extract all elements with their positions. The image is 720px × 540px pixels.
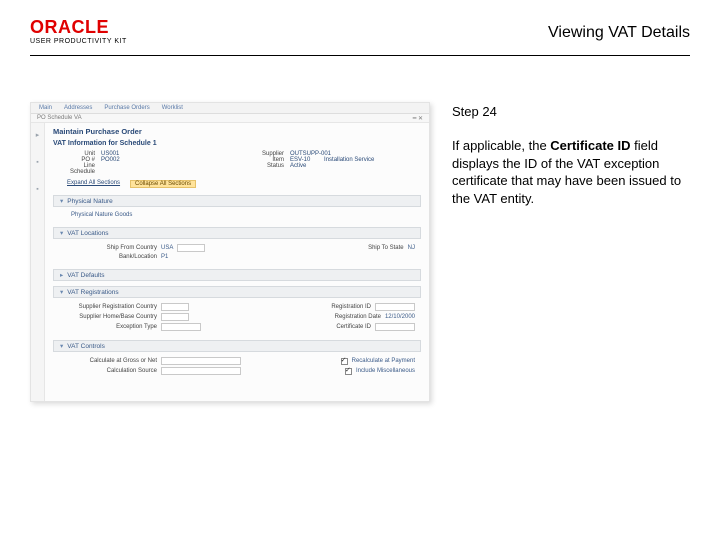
section-vat-controls[interactable]: ▾ VAT Controls [53,340,421,352]
recalc-checkbox[interactable] [341,358,348,365]
brand-block: ORACLE USER PRODUCTIVITY KIT [30,18,127,45]
chevron-right-icon: ▸ [60,271,63,279]
section-title: VAT Defaults [67,272,104,279]
lbl-exc-type: Exception Type [71,324,157,330]
step-panel: Step 24 If applicable, the Certificate I… [452,102,690,402]
chevron-down-icon: ▾ [60,288,63,296]
gutter-icon: ▪ [36,186,38,193]
val-bank: P1 [161,254,168,260]
step-text-pre: If applicable, the [452,138,550,153]
page-heading-2: VAT Information for Schedule 1 [53,140,421,147]
left-gutter: ▸ ▪ ▪ [31,123,45,401]
chevron-down-icon: ▾ [60,229,63,237]
reg-id-input[interactable] [375,303,415,311]
val-ship-to: NJ [408,245,415,251]
lbl-recalc: Recalculate at Payment [352,358,415,364]
page-title: Viewing VAT Details [548,18,690,42]
lbl-reg-date: Registration Date [295,314,381,320]
step-text-bold: Certificate ID [550,138,630,153]
calc-gross-select[interactable] [161,357,241,365]
lbl-bank: Bank/Location [71,254,157,260]
calc-src-select[interactable] [161,367,241,375]
expand-all-link[interactable]: Expand All Sections [67,180,120,188]
page-heading-1: Maintain Purchase Order [53,127,421,136]
lbl-ship-to: Ship To State [318,245,404,251]
oracle-logo: ORACLE [30,18,127,36]
section-vat-locations[interactable]: ▾ VAT Locations [53,227,421,239]
section-title: Physical Nature [67,198,113,205]
section-physical-nature[interactable]: ▾ Physical Nature [53,195,421,207]
val-item-desc: Installation Service [324,157,374,163]
step-text: If applicable, the Certificate ID field … [452,137,690,207]
lbl-sched: Schedule [53,169,95,175]
tab-po[interactable]: Purchase Orders [100,105,153,113]
gutter-icon: ▪ [36,159,38,166]
section-title: VAT Locations [67,230,108,237]
section-vat-registrations[interactable]: ▾ VAT Registrations [53,286,421,298]
lbl-sup-home-ctry: Supplier Home/Base Country [71,314,157,320]
close-icon[interactable]: ━ ✕ [413,115,423,122]
lbl-ship-from: Ship From Country [71,245,157,251]
lbl-reg-id: Registration ID [285,304,371,310]
lbl-calc-gross: Calculate at Gross or Net [71,358,157,364]
ship-from-input[interactable] [177,244,205,252]
exception-type-input[interactable] [161,323,201,331]
tab-addresses[interactable]: Addresses [60,105,96,113]
val-po: PO002 [101,157,120,163]
lbl-status: Status [242,163,284,169]
lbl-cert-id: Certificate ID [285,324,371,330]
include-misc-checkbox[interactable] [345,368,352,375]
app-tabstrip: Main Addresses Purchase Orders Worklist [31,103,429,114]
tab-worklist[interactable]: Worklist [158,105,187,113]
lbl-sup-reg-ctry: Supplier Registration Country [71,304,157,310]
window-title-bar: PO Schedule VA ━ ✕ [31,114,429,123]
sup-home-ctry-input[interactable] [161,313,189,321]
app-screenshot: Main Addresses Purchase Orders Worklist … [30,102,430,402]
oracle-subtitle: USER PRODUCTIVITY KIT [30,38,127,45]
gutter-icon: ▸ [36,131,40,139]
collapse-all-link[interactable]: Collapse All Sections [130,180,196,188]
chevron-down-icon: ▾ [60,342,63,350]
val-reg-date: 12/10/2000 [385,314,415,320]
tab-main[interactable]: Main [35,105,56,113]
lbl-calc-src: Calculation Source [71,368,157,374]
val-ship-from: USA [161,245,173,251]
window-title: PO Schedule VA [37,115,82,121]
sup-reg-ctry-input[interactable] [161,303,189,311]
section-title: VAT Registrations [67,289,118,296]
chevron-down-icon: ▾ [60,197,63,205]
physical-nature-row: Physical Nature Goods [71,212,415,218]
step-label: Step 24 [452,104,690,119]
section-title: VAT Controls [67,343,105,350]
certificate-id-input[interactable] [375,323,415,331]
lbl-include-misc: Include Miscellaneous [356,368,415,374]
val-status: Active [290,163,306,169]
section-vat-defaults[interactable]: ▸ VAT Defaults [53,269,421,281]
